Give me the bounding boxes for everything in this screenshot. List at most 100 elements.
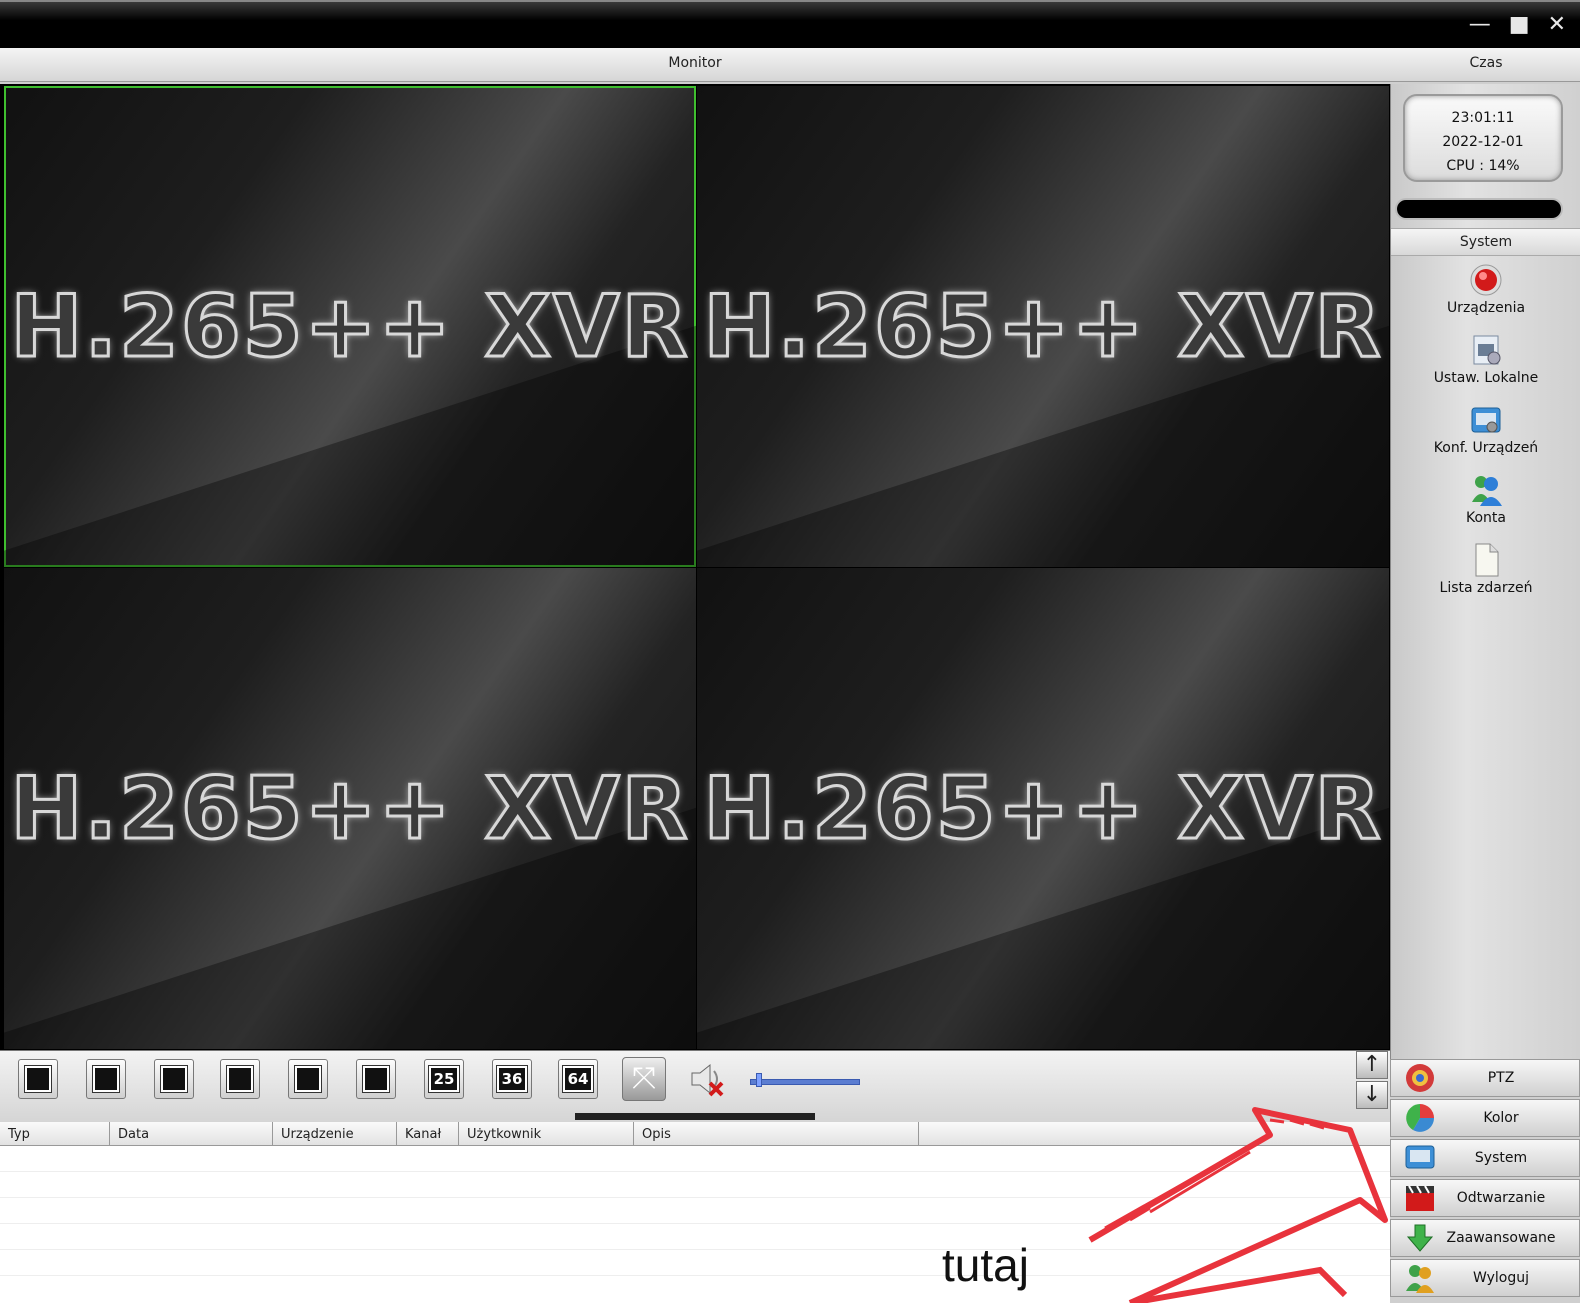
sidebar-item-event-list[interactable]: Lista zdarzeń [1391,542,1580,596]
video-tile-3[interactable]: H.265++ XVR [4,568,696,1049]
quad-view-icon [92,1065,120,1093]
logout-icon [1406,1265,1434,1293]
event-log-table: Typ Data Urządzenie Kanał Użytkownik Opi… [0,1122,1390,1303]
six-view-icon [160,1065,188,1093]
device-icon [1470,264,1502,296]
video-tile-4[interactable]: H.265++ XVR [697,568,1389,1049]
sixteen-view-icon [362,1065,390,1093]
column-header[interactable]: Urządzenie [273,1122,397,1145]
single-view-icon [24,1065,52,1093]
nav-label: Zaawansowane [1446,1230,1556,1246]
layout-25-label: 25 [427,1065,461,1093]
maximize-icon[interactable]: ■ [1509,14,1530,36]
tile-label: H.265++ XVR [702,275,1383,378]
layout-9-button[interactable] [220,1059,260,1099]
table-row[interactable] [0,1224,1390,1250]
sidebar-item-local-settings[interactable]: Ustaw. Lokalne [1391,332,1580,386]
nav-advanced-button[interactable]: Zaawansowane [1390,1219,1580,1257]
nine-view-icon [226,1065,254,1093]
title-bar: — ■ ✕ [0,0,1580,48]
close-icon[interactable]: ✕ [1548,14,1566,36]
layout-25-button[interactable]: 25 [424,1059,464,1099]
column-header[interactable]: Kanał [397,1122,459,1145]
layout-toolbar: 25 36 64 ⤧ ↑ ↓ [0,1050,1390,1122]
advanced-icon [1406,1224,1434,1252]
table-row[interactable] [0,1172,1390,1198]
layout-64-button[interactable]: 64 [558,1059,598,1099]
layout-64-label: 64 [561,1065,595,1093]
fullscreen-button[interactable]: ⤧ [622,1057,666,1101]
nav-label: Kolor [1483,1110,1519,1126]
video-tile-1[interactable]: H.265++ XVR [4,86,696,567]
layout-16-button[interactable] [356,1059,396,1099]
playback-icon [1406,1185,1434,1211]
volume-slider[interactable] [750,1079,860,1085]
system-icon [1405,1145,1435,1169]
right-sidebar: 23:01:11 2022-12-01 CPU : 14% System Urz… [1390,84,1580,1059]
column-header[interactable]: Opis [634,1122,919,1145]
nav-label: Odtwarzanie [1456,1190,1546,1206]
tile-label: H.265++ XVR [9,275,690,378]
collapse-handle[interactable] [575,1113,815,1120]
sidebar-item-label: Konf. Urządzeń [1433,440,1539,456]
event-list-icon [1475,543,1499,577]
sidebar-item-label: Konta [1466,510,1506,526]
sidebar-item-label: Lista zdarzeń [1439,580,1533,596]
volume-knob[interactable] [755,1073,762,1087]
nav-ptz-button[interactable]: PTZ [1390,1059,1580,1097]
table-row[interactable] [0,1198,1390,1224]
tile-label: H.265++ XVR [702,757,1383,860]
sidebar-item-label: Urządzenia [1446,300,1526,316]
fullscreen-icon: ⤧ [632,1061,656,1096]
table-row[interactable] [0,1146,1390,1172]
column-header[interactable]: Data [110,1122,273,1145]
nav-label: Wyloguj [1473,1270,1529,1286]
status-bar [1395,198,1563,220]
monitor-title: Monitor [668,55,722,71]
ptz-icon [1406,1064,1434,1092]
cpu-usage: CPU : 14% [1446,158,1520,174]
video-grid: H.265++ XVR H.265++ XVR H.265++ XVR H.26… [0,84,1390,1050]
table-row[interactable] [0,1250,1390,1276]
layout-4-button[interactable] [86,1059,126,1099]
nav-logout-button[interactable]: Wyloguj [1390,1259,1580,1297]
tile-label: H.265++ XVR [9,757,690,860]
column-header[interactable] [919,1122,1390,1145]
column-header[interactable]: Użytkownik [459,1122,634,1145]
layout-1-button[interactable] [18,1059,58,1099]
window-controls: — ■ ✕ [1469,14,1566,36]
video-tile-2[interactable]: H.265++ XVR [697,86,1389,567]
sidebar-item-accounts[interactable]: Konta [1391,472,1580,526]
sidebar-item-label: Ustaw. Lokalne [1433,370,1539,386]
accounts-icon [1472,476,1502,506]
time-title: Czas [1469,55,1503,71]
color-icon [1406,1104,1434,1132]
arrow-up-icon: ↑ [1362,1052,1382,1077]
bottom-nav: PTZ Kolor System Odtwarzanie Zaawansowan… [1390,1059,1580,1303]
minimize-icon[interactable]: — [1469,14,1491,36]
layout-6-button[interactable] [154,1059,194,1099]
header-bar: Monitor Czas [0,48,1580,82]
layout-36-label: 36 [495,1065,529,1093]
nav-system-button[interactable]: System [1390,1139,1580,1177]
column-header[interactable]: Typ [0,1122,110,1145]
clock-panel: 23:01:11 2022-12-01 CPU : 14% [1403,94,1563,182]
mute-icon[interactable] [688,1061,728,1097]
scroll-up-button[interactable]: ↑ [1356,1051,1388,1079]
local-settings-icon [1473,335,1501,365]
nav-color-button[interactable]: Kolor [1390,1099,1580,1137]
sidebar-item-device-config[interactable]: Konf. Urządzeń [1391,402,1580,456]
ten-view-icon [294,1065,322,1093]
device-config-icon [1471,407,1501,433]
annotation-text: tutaj [942,1239,1029,1291]
layout-10-button[interactable] [288,1059,328,1099]
system-panel-header: System [1391,228,1580,256]
sidebar-item-devices[interactable]: Urządzenia [1391,262,1580,316]
nav-label: PTZ [1487,1070,1515,1086]
scroll-down-button[interactable]: ↓ [1356,1081,1388,1109]
nav-playback-button[interactable]: Odtwarzanie [1390,1179,1580,1217]
table-header: Typ Data Urządzenie Kanał Użytkownik Opi… [0,1122,1390,1146]
layout-36-button[interactable]: 36 [492,1059,532,1099]
clock-time: 23:01:11 [1451,110,1515,126]
nav-label: System [1474,1150,1528,1166]
